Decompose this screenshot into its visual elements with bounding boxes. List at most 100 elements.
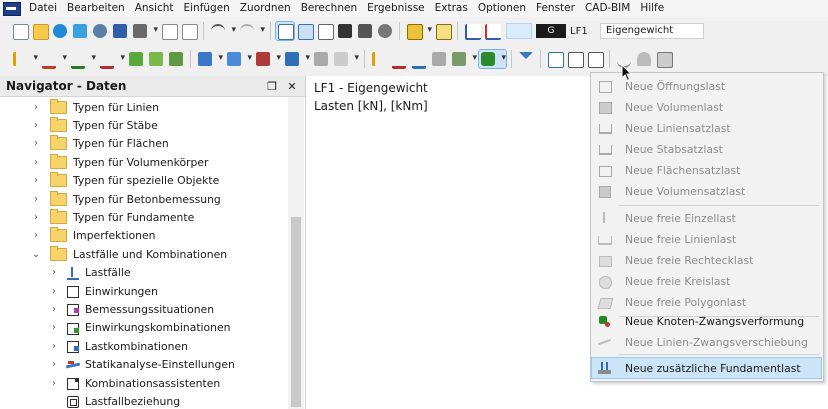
menu-item-free-circular-load[interactable]: Neue freie Kreislast [592, 271, 821, 291]
chevron-right-icon[interactable]: › [30, 212, 42, 223]
load-arrow-icon[interactable] [370, 50, 388, 68]
load-case-select[interactable]: Eigengewicht [600, 23, 704, 39]
member-end-icon[interactable] [586, 50, 604, 68]
chevron-right-icon[interactable]: › [48, 378, 60, 389]
tree-item[interactable]: › Typen für Flächen [0, 135, 288, 153]
import-load-icon[interactable] [332, 50, 359, 68]
menu-cad-bim[interactable]: CAD-BIM [580, 0, 635, 17]
load-case-next-icon[interactable] [483, 22, 501, 40]
tree-item[interactable]: › Statikanalyse-Einstellungen [0, 355, 288, 373]
menu-einfuegen[interactable]: Einfügen [179, 0, 235, 17]
menu-optionen[interactable]: Optionen [473, 0, 531, 17]
chevron-right-icon[interactable]: › [30, 194, 42, 205]
chevron-right-icon[interactable]: › [30, 138, 42, 149]
set-imperfection-icon[interactable] [167, 50, 185, 68]
box-view-icon[interactable] [655, 50, 673, 68]
member-load-icon[interactable] [69, 50, 96, 69]
menu-ergebnisse[interactable]: Ergebnisse [362, 0, 430, 17]
tree-item[interactable]: › Typen für Stäbe [0, 116, 288, 134]
tree-item[interactable]: › Typen für Volumenkörper [0, 153, 288, 171]
chevron-right-icon[interactable]: › [48, 304, 60, 315]
imperfection-icon[interactable] [127, 50, 145, 68]
menu-item-free-rectangular-load[interactable]: Neue freie Rechtecklast [592, 250, 821, 270]
tree-item[interactable]: › Einwirkungen [0, 282, 288, 300]
grid-view-icon[interactable] [296, 22, 314, 40]
menu-item-solid-load[interactable]: Neue Volumenlast [592, 97, 821, 117]
document-view-icon[interactable] [316, 22, 334, 40]
surface-set-icon[interactable] [430, 50, 448, 68]
tree-item[interactable]: › Typen für spezielle Objekte [0, 172, 288, 190]
menu-bearbeiten[interactable]: Bearbeiten [62, 0, 130, 17]
member-imperfection-icon[interactable] [147, 50, 165, 68]
tree-item[interactable]: › Typen für Linien [0, 98, 288, 116]
menu-zuordnen[interactable]: Zuordnen [235, 0, 296, 17]
node-load-icon[interactable] [11, 50, 38, 68]
dlubal-center-icon[interactable] [51, 22, 69, 40]
hinge-icon[interactable] [566, 50, 584, 68]
tree-item[interactable]: › Typen für Betonbemessung [0, 190, 288, 208]
line-load-icon[interactable] [40, 50, 67, 69]
chevron-right-icon[interactable]: › [48, 341, 60, 352]
tree-item[interactable]: › Lastfälle [0, 264, 288, 282]
chevron-right-icon[interactable]: › [48, 359, 60, 370]
eye-icon[interactable] [635, 50, 653, 68]
menu-ansicht[interactable]: Ansicht [130, 0, 179, 17]
plate-load-icon[interactable] [283, 50, 310, 68]
chevron-right-icon[interactable]: › [30, 157, 42, 168]
tree-item[interactable]: › Imperfektionen [0, 227, 288, 245]
menu-item-nodal-imposed-deformation[interactable]: Neue Knoten-Zwangsverformung [592, 311, 821, 331]
chevron-right-icon[interactable]: › [48, 286, 60, 297]
wind-load-icon[interactable] [254, 50, 281, 68]
menu-item-free-concentrated-load[interactable]: Neue freie Einzellast [592, 208, 821, 228]
tree-item[interactable]: › Lastkombinationen [0, 337, 288, 355]
tree-item[interactable]: › Einwirkungskombinationen [0, 319, 288, 337]
chevron-right-icon[interactable]: › [30, 102, 42, 113]
surface-load-icon[interactable] [98, 50, 125, 69]
chevron-down-icon[interactable]: ⌄ [30, 249, 42, 260]
chevron-right-icon[interactable]: › [48, 322, 60, 333]
filter-icon[interactable] [517, 50, 535, 68]
menu-item-free-line-load[interactable]: Neue freie Linienlast [592, 229, 821, 249]
chevron-right-icon[interactable]: › [48, 267, 60, 278]
calculator-icon[interactable] [356, 22, 374, 40]
menu-item-additional-foundation-load[interactable]: Neue zusätzliche Fundamentlast [591, 357, 822, 379]
imposed-deformation-icon[interactable] [478, 49, 507, 69]
new-model-icon[interactable] [11, 22, 29, 40]
menu-hilfe[interactable]: Hilfe [635, 0, 669, 17]
tree-item[interactable]: Lastfallbeziehung [0, 392, 288, 409]
generate-load-icon[interactable] [312, 50, 330, 68]
close-panel-icon[interactable]: ✕ [285, 80, 299, 93]
chevron-right-icon[interactable]: › [30, 120, 42, 131]
undo-icon[interactable] [209, 22, 236, 40]
scrollbar-thumb[interactable] [291, 217, 301, 407]
menu-fenster[interactable]: Fenster [531, 0, 580, 17]
solid-set-icon[interactable] [450, 50, 477, 68]
save-icon[interactable] [111, 22, 129, 40]
menu-item-member-set-load[interactable]: Neue Stabsatzlast [592, 139, 821, 159]
report-icon[interactable] [160, 22, 178, 40]
chevron-right-icon[interactable]: › [30, 175, 42, 186]
menu-item-line-set-load[interactable]: Neue Liniensatzlast [592, 118, 821, 138]
menu-extras[interactable]: Extras [430, 0, 473, 17]
open-folder-icon[interactable] [31, 22, 49, 40]
restore-panel-icon[interactable]: ❐ [265, 80, 279, 93]
navigator-scrollbar[interactable] [288, 97, 304, 409]
tree-item[interactable]: › Kombinationsassistenten [0, 374, 288, 392]
member-set-icon[interactable] [410, 50, 428, 69]
plane-icon[interactable] [405, 22, 432, 40]
tree-item[interactable]: › Bemessungssituationen [0, 300, 288, 318]
line-set-icon[interactable] [390, 50, 408, 69]
webservice-icon[interactable] [71, 22, 89, 40]
snow-load-icon[interactable] [225, 50, 252, 68]
support-icon[interactable] [546, 50, 564, 68]
tree-item[interactable]: ⌄ Lastfälle und Kombinationen [0, 245, 288, 263]
render-icon[interactable] [376, 22, 394, 40]
menu-berechnen[interactable]: Berechnen [296, 0, 362, 17]
menu-item-surface-set-load[interactable]: Neue Flächensatzlast [592, 160, 821, 180]
load-wizard-icon[interactable] [196, 50, 223, 68]
menu-item-line-imposed-displacement[interactable]: Neue Linien-Zwangsverschiebung [592, 332, 821, 352]
settings-gear-icon[interactable] [91, 22, 109, 40]
console-icon[interactable] [336, 22, 354, 40]
menu-datei[interactable]: Datei [24, 0, 62, 17]
menu-item-free-polygon-load[interactable]: Neue freie Polygonlast [592, 292, 821, 312]
